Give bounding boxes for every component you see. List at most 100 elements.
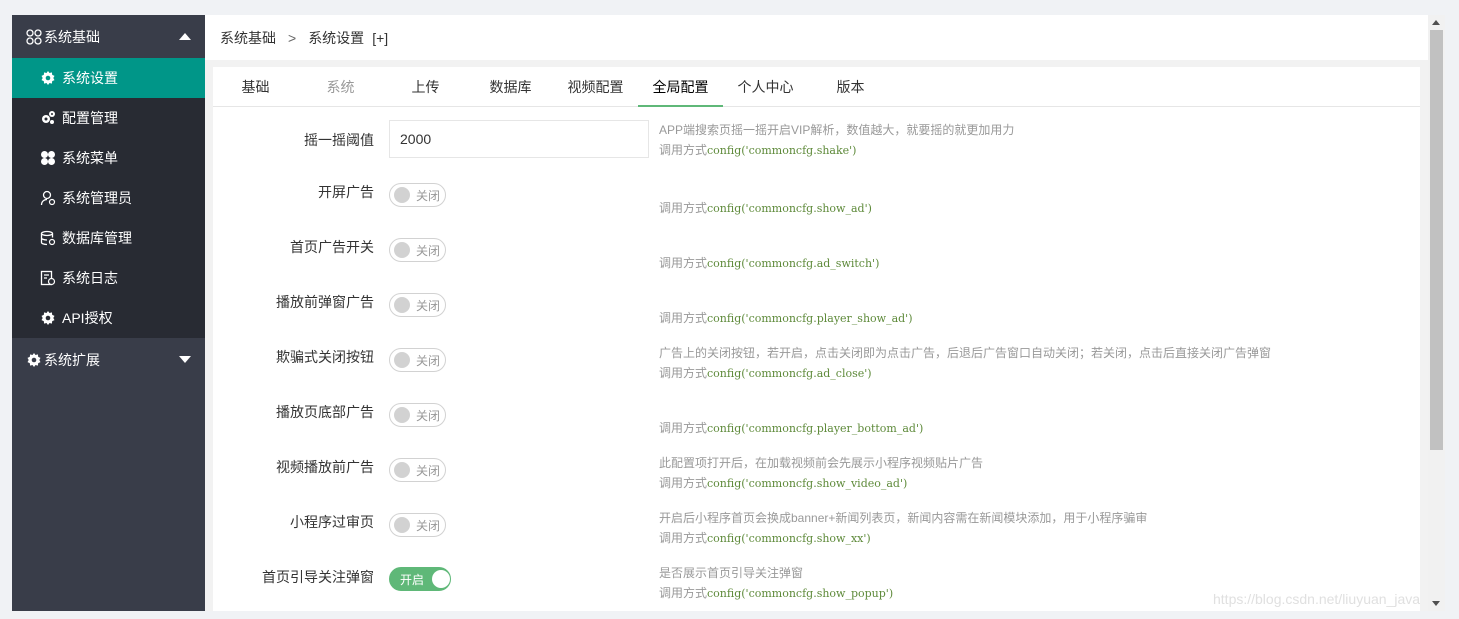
- tab-system[interactable]: 系统: [298, 67, 383, 106]
- field-help-text: 此配置项打开后，在加载视频前会先展示小程序视频贴片广告: [659, 456, 984, 470]
- sidebar-item-label: 系统日志: [62, 270, 118, 286]
- sidebar-item-system-admin[interactable]: 系统管理员: [12, 178, 205, 218]
- field-call-method: 调用方式config('commoncfg.player_show_ad'): [659, 308, 912, 328]
- breadcrumb-item-system-basic[interactable]: 系统基础: [220, 28, 276, 48]
- content-area: 基础 系统 上传 数据库 视频配置 全局配置 个人中心 版本 摇一摇阈值 APP…: [205, 60, 1428, 611]
- field-call-method: 调用方式config('commoncfg.player_bottom_ad'): [659, 418, 923, 438]
- sidebar-item-label: 数据库管理: [62, 230, 132, 246]
- call-prefix: 调用方式: [659, 201, 708, 215]
- switch-state: 关闭: [416, 188, 441, 203]
- field-description: 此配置项打开后，在加载视频前会先展示小程序视频贴片广告 调用方式config('…: [659, 453, 983, 493]
- field-label: 首页广告开关: [290, 239, 374, 255]
- field-label: 欺骗式关闭按钮: [276, 349, 374, 365]
- switch-state: 关闭: [416, 298, 441, 313]
- vertical-scrollbar[interactable]: [1428, 15, 1445, 611]
- database-icon: [40, 230, 56, 246]
- watermark: https://blog.csdn.net/liuyuan_java: [1213, 591, 1421, 607]
- menu-icon: [40, 150, 56, 166]
- tab-basic[interactable]: 基础: [213, 67, 298, 106]
- chevron-down-icon: [179, 356, 191, 363]
- splash-ad-switch[interactable]: 关闭: [389, 183, 446, 207]
- main-panel: 系统基础 > 系统设置 [+] 基础 系统 上传 数据库 视频配置 全局配置 个…: [205, 15, 1428, 611]
- field-help-text: 广告上的关闭按钮，若开启，点击关闭即为点击广告，后退后广告窗口自动关闭；若关闭，…: [659, 346, 1272, 360]
- tab-upload[interactable]: 上传: [383, 67, 468, 106]
- form-row-switch: 小程序过审页 关闭 开启后小程序首页会换成banner+新闻列表页，新闻内容需在…: [213, 510, 1420, 565]
- breadcrumb: 系统基础 > 系统设置 [+]: [205, 15, 1428, 60]
- field-help-text: 是否展示首页引导关注弹窗: [659, 566, 804, 580]
- mini-program-review-switch[interactable]: 关闭: [389, 513, 446, 537]
- form-row-switch: 播放页底部广告 关闭 调用方式config('commoncfg.player_…: [213, 400, 1420, 455]
- field-call-method: 调用方式config('commoncfg.shake'): [659, 140, 1014, 160]
- settings-card: 基础 系统 上传 数据库 视频配置 全局配置 个人中心 版本 摇一摇阈值 APP…: [213, 67, 1420, 611]
- sidebar-item-system-menu[interactable]: 系统菜单: [12, 138, 205, 178]
- breadcrumb-expand-button[interactable]: [+]: [372, 30, 388, 46]
- log-icon: [40, 270, 56, 286]
- field-description: 开启后小程序首页会换成banner+新闻列表页，新闻内容需在新闻模块添加，用于小…: [659, 508, 1147, 548]
- sidebar-group-system-basic[interactable]: 系统基础: [12, 15, 205, 58]
- field-call-method: 调用方式config('commoncfg.show_popup'): [659, 583, 893, 603]
- config-code: config('commoncfg.show_video_ad'): [707, 477, 908, 490]
- field-help-text: [659, 288, 912, 308]
- sidebar-item-label: 系统设置: [62, 70, 118, 86]
- field-description: 调用方式config('commoncfg.player_bottom_ad'): [659, 398, 923, 438]
- shake-threshold-input[interactable]: [389, 120, 649, 158]
- tab-video-config[interactable]: 视频配置: [553, 67, 638, 106]
- sidebar-item-system-settings[interactable]: 系统设置: [12, 58, 205, 98]
- apps-icon: [26, 28, 42, 45]
- pre-video-ad-switch[interactable]: 关闭: [389, 458, 446, 482]
- sidebar-group-system-extension[interactable]: 系统扩展: [12, 338, 205, 381]
- breadcrumb-item-system-settings[interactable]: 系统设置: [308, 28, 364, 48]
- field-help-text: APP端搜索页摇一摇开启VIP解析，数值越大，就要摇的就更加用力: [659, 123, 1015, 137]
- form-row-switch: 播放前弹窗广告 关闭 调用方式config('commoncfg.player_…: [213, 290, 1420, 345]
- call-prefix: 调用方式: [659, 143, 708, 157]
- home-ad-switch[interactable]: 关闭: [389, 238, 446, 262]
- field-label: 开屏广告: [318, 184, 374, 200]
- scroll-down-arrow-icon[interactable]: [1432, 601, 1440, 606]
- field-description: 广告上的关闭按钮，若开启，点击关闭即为点击广告，后退后广告窗口自动关闭；若关闭，…: [659, 343, 1271, 383]
- switch-knob: [394, 187, 410, 203]
- switch-knob: [394, 242, 410, 258]
- switch-knob: [394, 407, 410, 423]
- sidebar-item-label: API授权: [62, 310, 113, 326]
- scrollbar-thumb[interactable]: [1430, 30, 1443, 450]
- sidebar-group-label: 系统基础: [44, 28, 100, 45]
- sidebar-item-database[interactable]: 数据库管理: [12, 218, 205, 258]
- field-help-text: [659, 178, 872, 198]
- call-prefix: 调用方式: [659, 531, 708, 545]
- form-row-shake: 摇一摇阈值 APP端搜索页摇一摇开启VIP解析，数值越大，就要摇的就更加用力 调…: [213, 120, 1420, 175]
- scroll-up-arrow-icon[interactable]: [1432, 20, 1440, 25]
- field-call-method: 调用方式config('commoncfg.show_video_ad'): [659, 473, 983, 493]
- deceptive-close-switch[interactable]: 关闭: [389, 348, 446, 372]
- config-code: config('commoncfg.show_popup'): [707, 587, 894, 600]
- tab-version[interactable]: 版本: [808, 67, 893, 106]
- switch-state: 关闭: [416, 518, 441, 533]
- gear-icon: [40, 70, 56, 86]
- field-label: 视频播放前广告: [276, 459, 374, 475]
- field-call-method: 调用方式config('commoncfg.show_ad'): [659, 198, 872, 218]
- gear-icon: [40, 310, 56, 326]
- switch-state: 关闭: [416, 408, 441, 423]
- sidebar-item-api-auth[interactable]: API授权: [12, 298, 205, 338]
- chevron-up-icon: [179, 33, 191, 40]
- tab-personal-center[interactable]: 个人中心: [723, 67, 808, 106]
- sidebar-item-label: 系统管理员: [62, 190, 132, 206]
- sidebar-menu: 系统设置 配置管理 系统菜单 系统管理员 数据库管理 系统日志 API授权: [12, 58, 205, 338]
- home-follow-popup-switch[interactable]: 开启: [389, 567, 451, 591]
- config-code: config('commoncfg.show_xx'): [707, 532, 871, 545]
- field-help-text: [659, 398, 923, 418]
- field-help-text: 开启后小程序首页会换成banner+新闻列表页，新闻内容需在新闻模块添加，用于小…: [659, 511, 1148, 525]
- switch-knob: [394, 297, 410, 313]
- sidebar: 系统基础 系统设置 配置管理 系统菜单 系统管理员 数据库管理 系统日志 API…: [12, 15, 205, 611]
- pre-play-popup-ad-switch[interactable]: 关闭: [389, 293, 446, 317]
- tab-database[interactable]: 数据库: [468, 67, 553, 106]
- gears-icon: [40, 110, 56, 126]
- tab-global-config[interactable]: 全局配置: [638, 67, 723, 107]
- player-bottom-ad-switch[interactable]: 关闭: [389, 403, 446, 427]
- config-code: config('commoncfg.shake'): [707, 144, 857, 157]
- sidebar-item-system-log[interactable]: 系统日志: [12, 258, 205, 298]
- sidebar-item-config-management[interactable]: 配置管理: [12, 98, 205, 138]
- field-call-method: 调用方式config('commoncfg.ad_close'): [659, 363, 1271, 383]
- switch-knob: [394, 352, 410, 368]
- gear-icon: [26, 352, 42, 368]
- field-call-method: 调用方式config('commoncfg.show_xx'): [659, 528, 1147, 548]
